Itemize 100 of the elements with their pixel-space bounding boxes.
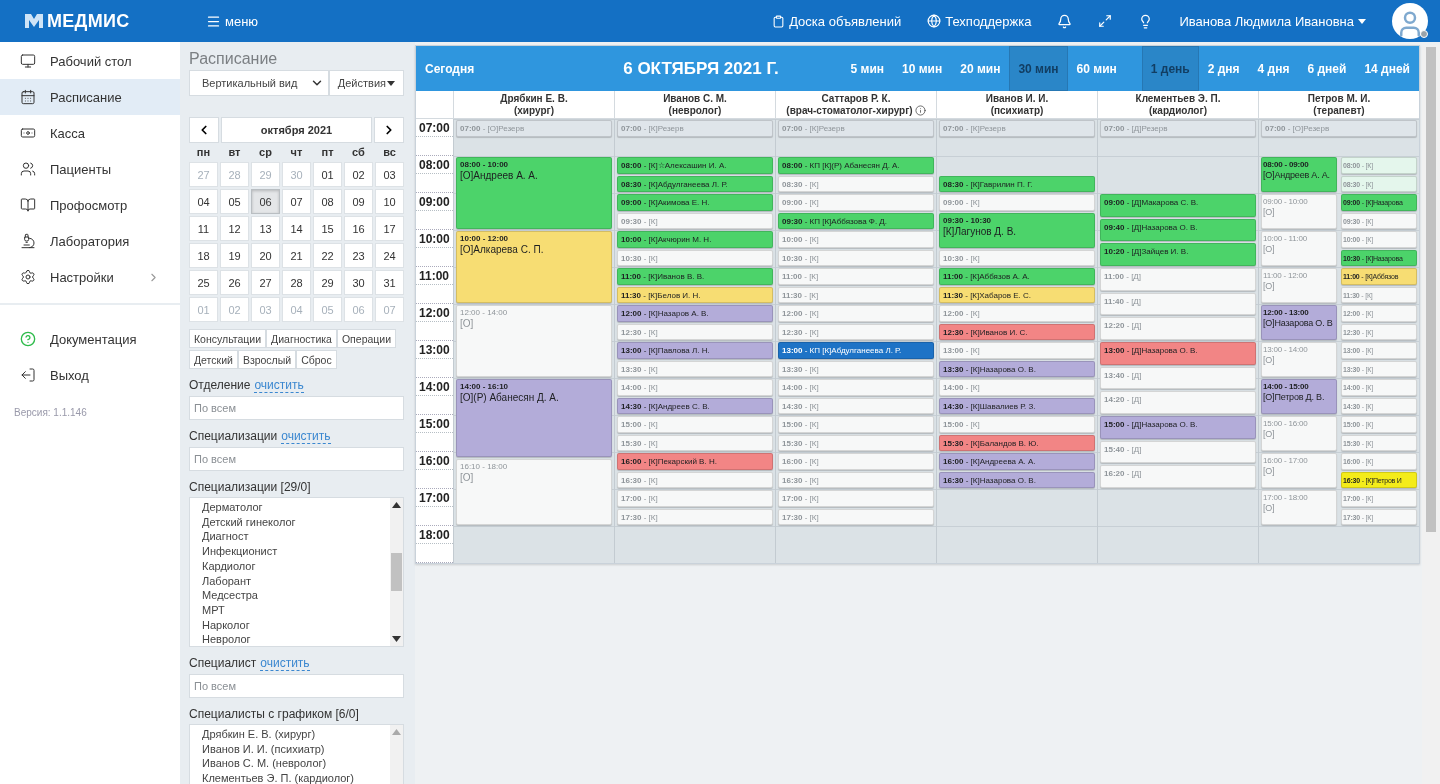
appointment-slot[interactable]: 08:00 - 09:00 [О]Андреев А. А. — [1261, 157, 1337, 192]
appointment-slot[interactable]: 11:30 - [К]Белов И. Н. — [617, 286, 773, 303]
list-item[interactable]: МРТ — [202, 602, 390, 618]
scrollbar[interactable] — [390, 498, 403, 646]
calendar-day[interactable]: 05 — [220, 189, 249, 214]
appointment-slot[interactable]: 12:00 - 13:00 [О]Назарова О. В — [1261, 305, 1337, 340]
appointment-slot[interactable]: 16:00 - [К]Пекарский В. Н. — [617, 453, 773, 470]
list-item[interactable]: Клементьев Э. П. (кардиолог) — [202, 771, 390, 784]
calendar-day[interactable]: 31 — [375, 270, 404, 295]
calendar-day[interactable]: 21 — [282, 243, 311, 268]
list-item[interactable]: Лаборант — [202, 573, 390, 589]
nav-item[interactable]: Лаборатория — [0, 223, 180, 259]
calendar-day[interactable]: 23 — [344, 243, 373, 268]
list-item[interactable]: Дерматолог — [202, 500, 390, 515]
calendar-day[interactable]: 16 — [344, 216, 373, 241]
board-link[interactable]: Доска объявлений — [772, 13, 902, 29]
list-item[interactable]: Кардиолог — [202, 558, 390, 574]
nav-item[interactable]: Пациенты — [0, 151, 180, 187]
calendar-day[interactable]: 11 — [189, 216, 218, 241]
calendar-day[interactable]: 26 — [220, 270, 249, 295]
nav-item[interactable]: Документация — [0, 321, 180, 357]
type-filter-button[interactable]: Операции — [336, 329, 397, 348]
list-item[interactable]: Иванов И. И. (психиатр) — [202, 741, 390, 757]
clear-link[interactable]: очистить — [281, 429, 331, 444]
calendar-day[interactable]: 20 — [251, 243, 280, 268]
appointment-slot[interactable]: 13:00 - [К]Павлова Л. Н. — [617, 342, 773, 359]
list-item[interactable]: Невролог — [202, 632, 390, 648]
appointment-slot[interactable]: 09:40 - [Д]Назарова О. В. — [1100, 218, 1256, 242]
appointment-slot[interactable]: 08:00 - [К]☆Алексашин И. А. — [617, 157, 773, 174]
scroll-thumb[interactable] — [1426, 47, 1436, 532]
calendar-day[interactable]: 13 — [251, 216, 280, 241]
appointment-slot[interactable]: 15:00 - [Д]Назарова О. В. — [1100, 416, 1256, 439]
calendar-day[interactable]: 06 — [251, 189, 280, 214]
appointment-slot[interactable]: 13:00 - [Д]Назарова О. В. — [1100, 342, 1256, 365]
nav-item[interactable]: Расписание — [0, 79, 180, 115]
type-filter-button[interactable]: Взрослый — [237, 350, 297, 369]
calendar-day[interactable]: 28 — [282, 270, 311, 295]
list-item[interactable]: Дрябкин Е. В. (хирург) — [202, 727, 390, 742]
filter-field[interactable]: По всем — [189, 396, 404, 420]
appointment-slot[interactable]: 14:30 - [К]Шавалиев Р. З. — [939, 397, 1095, 414]
calendar-day[interactable]: 01 — [313, 162, 342, 187]
appointment-slot[interactable]: 12:30 - [К]Иванов И. С. — [939, 323, 1095, 340]
appointment-slot[interactable]: 11:00 - [К]Иванов В. В. — [617, 268, 773, 285]
appointment-slot[interactable]: 14:00 - 16:10 [О](Р) Абанесян Д. А. — [456, 379, 612, 458]
list-box[interactable]: Дрябкин Е. В. (хирург) Иванов И. И. (психиатр) Иванов С. М. (невролог) Клементьев Э. П. (кардиолог) — [189, 724, 404, 784]
nav-item[interactable]: Выход — [0, 357, 180, 393]
appointment-slot[interactable]: 08:00 - 10:00 [О]Андреев А. А. — [456, 157, 612, 229]
expand-icon[interactable] — [1098, 14, 1113, 28]
calendar-day[interactable]: 09 — [344, 189, 373, 214]
calendar-day[interactable]: 12 — [220, 216, 249, 241]
nav-item[interactable]: Настройки — [0, 259, 180, 295]
calendar-day[interactable]: 03 — [375, 162, 404, 187]
calendar-day[interactable]: 27 — [251, 270, 280, 295]
nav-item[interactable]: Касса — [0, 115, 180, 151]
list-item[interactable]: Диагност — [202, 529, 390, 545]
list-box[interactable]: Дерматолог Детский гинеколог Диагност Инфекционист Кардиолог Лаборант Медсестра МРТ Нарколог Невролог — [189, 497, 404, 647]
calendar-day[interactable]: 22 — [313, 243, 342, 268]
list-item[interactable]: Медсестра — [202, 588, 390, 603]
appointment-slot[interactable]: 11:30 - [К]Хабаров Е. С. — [939, 286, 1095, 303]
bell-icon[interactable] — [1057, 13, 1073, 29]
calendar-day[interactable]: 14 — [282, 216, 311, 241]
calendar-day[interactable]: 02 — [344, 162, 373, 187]
calendar-day[interactable]: 15 — [313, 216, 342, 241]
appointment-slot[interactable]: 14:30 - [К]Андреев С. В. — [617, 397, 773, 414]
appointment-slot[interactable]: 09:30 - КП [К]Аббязова Ф. Д. — [778, 212, 934, 229]
actions-button[interactable]: Действия — [328, 70, 404, 96]
type-filter-button[interactable]: Сброс — [296, 350, 337, 369]
calendar-day[interactable]: 30 — [344, 270, 373, 295]
calendar-day[interactable]: 17 — [375, 216, 404, 241]
calendar-day[interactable]: 24 — [375, 243, 404, 268]
calendar-day[interactable]: 18 — [189, 243, 218, 268]
appointment-slot[interactable]: 14:00 - 15:00 [О]Петров Д. В. — [1261, 379, 1337, 414]
appointment-slot[interactable]: 12:00 - [К]Назаров А. В. — [617, 305, 773, 322]
next-month-button[interactable] — [374, 117, 404, 143]
filter-field[interactable]: По всем — [189, 674, 404, 698]
appointment-slot[interactable]: 10:20 - [Д]Зайцев И. В. — [1100, 243, 1256, 266]
appointment-slot[interactable]: 10:00 - 12:00 [О]Алкарева С. П. — [456, 231, 612, 303]
avatar[interactable] — [1392, 3, 1428, 39]
type-filter-button[interactable]: Консультации — [189, 329, 267, 348]
user-menu[interactable]: Иванова Людмила Ивановна — [1179, 13, 1366, 29]
calendar-day[interactable]: 08 — [313, 189, 342, 214]
view-select[interactable]: Вертикальный вид — [189, 70, 329, 96]
appointment-slot[interactable]: 10:00 - [К]Акчюрин М. Н. — [617, 231, 773, 248]
appointment-slot[interactable]: 13:30 - [К]Назарова О. В. — [939, 360, 1095, 377]
appointment-slot[interactable]: 16:00 - [К]Андреева А. А. — [939, 453, 1095, 470]
appointment-slot[interactable]: 08:30 - [К]Абдулганеева Л. Р. — [617, 175, 773, 192]
nav-item[interactable]: Рабочий стол — [0, 43, 180, 79]
type-filter-button[interactable]: Диагностика — [266, 329, 337, 348]
type-filter-button[interactable]: Детский — [189, 350, 238, 369]
scroll-thumb[interactable] — [391, 553, 402, 591]
appointment-slot[interactable]: 09:00 - [К]Акимова Е. Н. — [617, 194, 773, 211]
appointment-slot[interactable]: 13:00 - КП [К]Абдулганеева Л. Р. — [778, 342, 934, 359]
calendar-day[interactable]: 29 — [313, 270, 342, 295]
calendar-day[interactable]: 19 — [220, 243, 249, 268]
list-item[interactable]: Детский гинеколог — [202, 514, 390, 530]
calendar-day[interactable]: 10 — [375, 189, 404, 214]
list-item[interactable]: Нарколог — [202, 617, 390, 633]
appointment-slot[interactable]: 16:30 - [К]Назарова О. В. — [939, 471, 1095, 488]
appointment-slot[interactable]: 08:30 - [К]Гаврилин П. Г. — [939, 175, 1095, 192]
appointment-slot[interactable]: 08:00 - КП [К](Р) Абанесян Д. А. — [778, 157, 934, 174]
